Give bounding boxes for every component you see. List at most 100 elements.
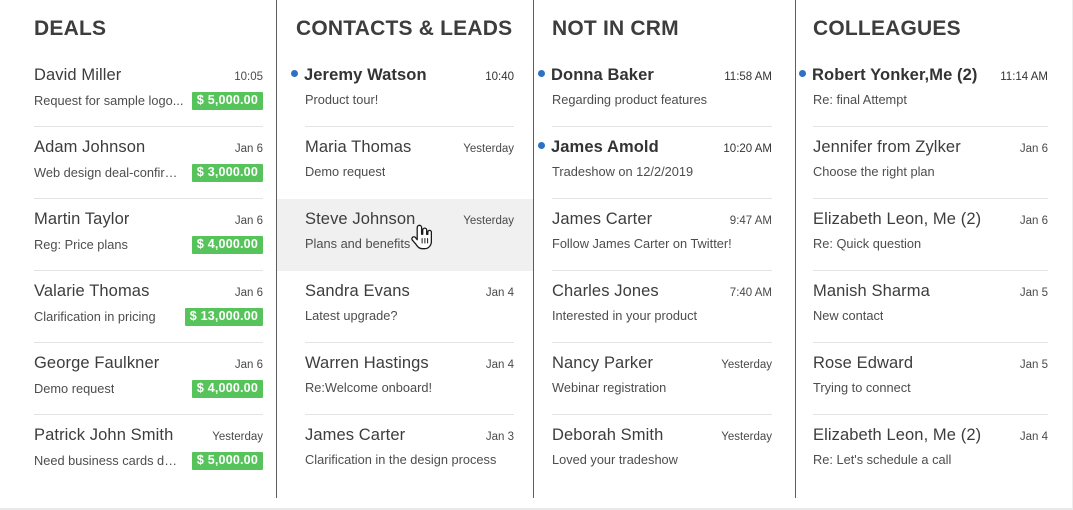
message-row-header: Martin Taylor Jan 6 <box>34 210 263 229</box>
sender-name: Valarie Thomas <box>34 282 150 300</box>
sender-name: James Amold <box>551 138 659 156</box>
email-columns-board: DEALS David Miller 10:05 Request for sample… <box>0 0 1073 510</box>
message-timestamp: Yesterday <box>721 359 772 371</box>
column-3: COLLEAGUES Robert Yonker,Me (2) 11:14 AM Re… <box>796 0 1072 508</box>
message-subject: Webinar registration <box>552 380 667 395</box>
message-subject: Need business cards des... <box>34 453 184 469</box>
message-row[interactable]: Rose Edward Jan 5 Trying to connect <box>796 343 1072 415</box>
message-row[interactable]: Jennifer from Zylker Jan 6 Choose the righ… <box>796 127 1072 199</box>
message-row-header: Steve Johnson Yesterday <box>305 210 514 229</box>
message-row[interactable]: Valarie Thomas Jan 6 Clarification in pric… <box>0 271 277 343</box>
sender-name-wrap: Martin Taylor <box>34 210 129 229</box>
message-row-header: Elizabeth Leon, Me (2) Jan 4 <box>813 426 1048 445</box>
sender-name: Warren Hastings <box>305 354 429 372</box>
message-row-subline: Need business cards des... $ 5,000.00 <box>34 452 263 470</box>
message-row-header: Jeremy Watson 10:40 <box>291 66 514 85</box>
message-row-subline: Clarification in pricing $ 13,000.00 <box>34 308 263 326</box>
message-row[interactable]: Elizabeth Leon, Me (2) Jan 6 Re: Quick que… <box>796 199 1072 271</box>
sender-name-wrap: Patrick John Smith <box>34 426 173 445</box>
message-row-header: Donna Baker 11:58 AM <box>538 66 772 85</box>
sender-name: George Faulkner <box>34 354 160 372</box>
message-row[interactable]: Robert Yonker,Me (2) 11:14 AM Re: final At… <box>796 55 1072 127</box>
message-row-header: James Amold 10:20 AM <box>538 138 772 157</box>
message-timestamp: Jan 3 <box>485 431 514 443</box>
sender-name: Donna Baker <box>551 66 654 84</box>
message-timestamp: Yesterday <box>212 431 263 443</box>
sender-name-wrap: James Carter <box>552 210 652 229</box>
sender-name: Rose Edward <box>813 354 914 372</box>
deal-amount-badge: $ 3,000.00 <box>191 164 263 182</box>
sender-name: Maria Thomas <box>305 138 412 156</box>
message-timestamp: Jan 5 <box>1019 287 1048 299</box>
message-row[interactable]: Maria Thomas Yesterday Demo request <box>277 127 534 199</box>
sender-name: Elizabeth Leon, Me (2) <box>813 426 982 444</box>
message-row[interactable]: Nancy Parker Yesterday Webinar registratio… <box>534 343 796 415</box>
message-list: David Miller 10:05 Request for sample logo… <box>0 55 277 487</box>
message-subject: Trying to connect <box>813 380 911 395</box>
column-1: CONTACTS & LEADS Jeremy Watson 10:40 Produc… <box>277 0 534 508</box>
message-row[interactable]: George Faulkner Jan 6 Demo request $ 4,000.… <box>0 343 277 415</box>
message-row[interactable]: Warren Hastings Jan 4 Re:Welcome onboard! <box>277 343 534 415</box>
sender-name-wrap: George Faulkner <box>34 354 159 373</box>
sender-name-wrap: Jeremy Watson <box>291 66 427 85</box>
sender-name-wrap: Maria Thomas <box>305 138 411 157</box>
sender-name-wrap: Elizabeth Leon, Me (2) <box>813 210 981 229</box>
unread-dot-icon <box>291 70 298 78</box>
message-subject: Clarification in the design process <box>305 452 497 467</box>
sender-name-wrap: James Carter <box>305 426 405 445</box>
message-row[interactable]: James Carter 9:47 AM Follow James Carter o… <box>534 199 796 271</box>
message-row[interactable]: Steve Johnson Yesterday Plans and benefits <box>277 199 534 271</box>
deal-amount-badge: $ 4,000.00 <box>191 236 263 254</box>
message-row[interactable]: Elizabeth Leon, Me (2) Jan 4 Re: Let's sch… <box>796 415 1072 487</box>
message-row-subline: Re:Welcome onboard! <box>305 380 514 395</box>
column-title: CONTACTS & LEADS <box>296 17 513 40</box>
sender-name: Elizabeth Leon, Me (2) <box>813 210 982 228</box>
message-row[interactable]: James Amold 10:20 AM Tradeshow on 12/2/201… <box>534 127 796 199</box>
message-timestamp: 10:20 AM <box>723 143 772 155</box>
sender-name: Sandra Evans <box>305 282 410 300</box>
sender-name: James Carter <box>305 426 406 444</box>
message-row[interactable]: David Miller 10:05 Request for sample logo… <box>0 55 277 127</box>
column-title: COLLEAGUES <box>813 17 961 40</box>
sender-name-wrap: Steve Johnson <box>305 210 415 229</box>
message-timestamp: 10:40 <box>485 71 514 83</box>
unread-dot-icon <box>538 142 545 150</box>
message-row-subline: Re: final Attempt <box>813 92 1048 107</box>
message-timestamp: Jan 4 <box>485 287 514 299</box>
message-row[interactable]: Charles Jones 7:40 AM Interested in your p… <box>534 271 796 343</box>
message-row-header: Jennifer from Zylker Jan 6 <box>813 138 1048 157</box>
message-row-subline: Demo request $ 4,000.00 <box>34 380 263 398</box>
message-timestamp: Jan 4 <box>1019 431 1048 443</box>
message-subject: Regarding product features <box>552 92 708 107</box>
message-row-subline: Tradeshow on 12/2/2019 <box>552 164 772 179</box>
message-subject: Latest upgrade? <box>305 308 398 323</box>
message-row-subline: Web design deal-confirm... $ 3,000.00 <box>34 164 263 182</box>
sender-name-wrap: Adam Johnson <box>34 138 145 157</box>
message-row[interactable]: Martin Taylor Jan 6 Reg: Price plans $ 4,00… <box>0 199 277 271</box>
message-subject: Reg: Price plans <box>34 237 128 253</box>
message-row[interactable]: Deborah Smith Yesterday Loved your tradesh… <box>534 415 796 487</box>
sender-name-wrap: James Amold <box>538 138 659 157</box>
message-subject: Plans and benefits <box>305 236 411 251</box>
deal-amount-badge: $ 4,000.00 <box>191 380 263 398</box>
message-row[interactable]: Donna Baker 11:58 AM Regarding product fea… <box>534 55 796 127</box>
message-row[interactable]: Jeremy Watson 10:40 Product tour! <box>277 55 534 127</box>
message-row-subline: Latest upgrade? <box>305 308 514 323</box>
sender-name: Patrick John Smith <box>34 426 174 444</box>
sender-name: David Miller <box>34 66 122 84</box>
message-subject: Interested in your product <box>552 308 698 323</box>
message-row[interactable]: Manish Sharma Jan 5 New contact <box>796 271 1072 343</box>
sender-name-wrap: Valarie Thomas <box>34 282 149 301</box>
message-timestamp: 11:58 AM <box>724 71 772 83</box>
message-row-subline: Regarding product features <box>552 92 772 107</box>
message-row[interactable]: Sandra Evans Jan 4 Latest upgrade? <box>277 271 534 343</box>
message-list: Donna Baker 11:58 AM Regarding product fea… <box>534 55 796 487</box>
message-row[interactable]: James Carter Jan 3 Clarification in the de… <box>277 415 534 487</box>
message-timestamp: Jan 6 <box>234 359 263 371</box>
sender-name: Jeremy Watson <box>304 66 427 84</box>
message-row[interactable]: Patrick John Smith Yesterday Need business… <box>0 415 277 487</box>
message-row[interactable]: Adam Johnson Jan 6 Web design deal-confirm… <box>0 127 277 199</box>
message-row-subline: Re: Quick question <box>813 236 1048 251</box>
message-row-header: David Miller 10:05 <box>34 66 263 85</box>
message-subject: Choose the right plan <box>813 164 935 179</box>
